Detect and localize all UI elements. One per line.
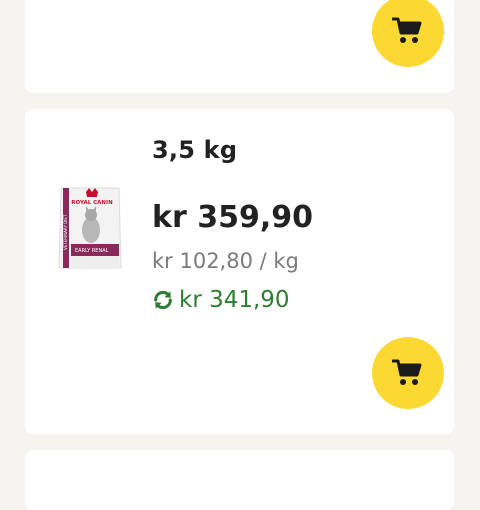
- cart-icon: [392, 17, 422, 43]
- refresh-icon: [154, 290, 172, 310]
- subscription-price: kr 341,90: [179, 287, 290, 313]
- subscription-price-row: kr 341,90: [152, 287, 290, 313]
- product-image[interactable]: VETERINARY DIET ROYAL CANIN EARLY RENAL: [55, 180, 125, 272]
- unit-price: kr 102,80 / kg: [152, 249, 299, 273]
- product-price: kr 359,90: [152, 200, 313, 235]
- product-card-next: [25, 450, 454, 510]
- product-weight: 3,5 kg: [152, 136, 238, 164]
- svg-text:VETERINARY DIET: VETERINARY DIET: [63, 214, 68, 250]
- svg-text:EARLY RENAL: EARLY RENAL: [75, 248, 109, 254]
- svg-text:ROYAL CANIN: ROYAL CANIN: [71, 200, 113, 206]
- cart-icon: [392, 359, 422, 385]
- add-to-cart-button[interactable]: [372, 337, 444, 409]
